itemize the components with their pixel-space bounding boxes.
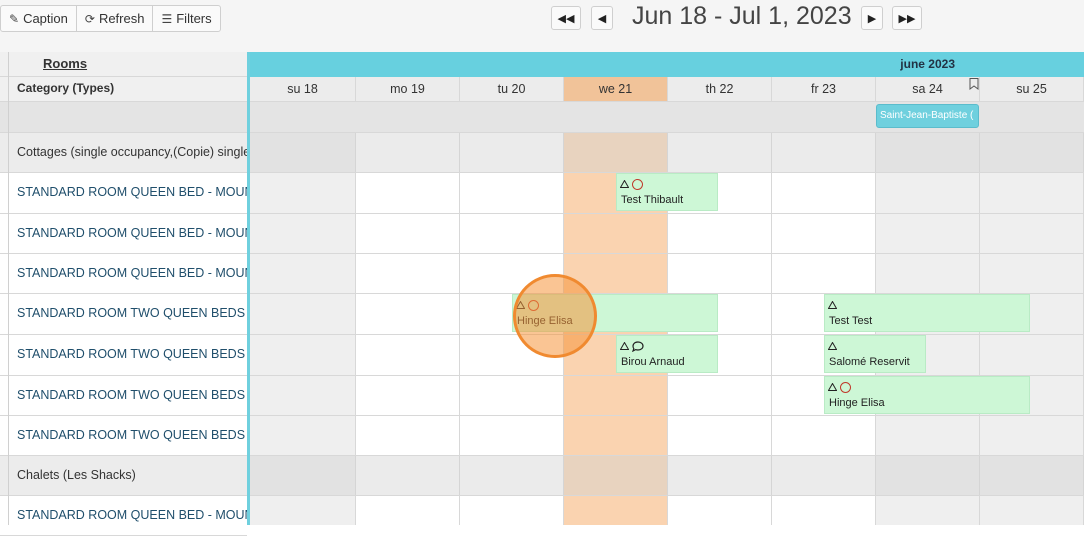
day-header: su 18 <box>250 77 356 102</box>
edit-icon: ✎ <box>9 11 20 26</box>
booking-guest-name: Birou Arnaud <box>621 356 685 368</box>
room-category-label: Chalets (Les Shacks) <box>17 468 136 482</box>
housekeeping-icon <box>516 301 525 309</box>
room-category-row[interactable]: Chalets (Les Shacks) <box>0 456 247 496</box>
toolbar-button-group: ✎ Caption ⟳ Refresh ☰ Filters <box>0 5 221 32</box>
grid-row <box>250 254 1084 294</box>
housekeeping-icon <box>620 342 629 350</box>
note-circle-icon <box>840 381 851 393</box>
fast-backward-button[interactable]: ◀◀ <box>551 6 581 30</box>
booking-block[interactable]: Hinge Elisa <box>824 376 1030 414</box>
booking-guest-name: Test Test <box>829 315 873 327</box>
category-header-label: Category (Types) <box>17 81 115 95</box>
fast-forward-button[interactable]: ▶▶ <box>892 6 922 30</box>
room-row[interactable]: STANDARD ROOM QUEEN BED - MOUNTA <box>0 214 247 254</box>
booking-block[interactable]: Hinge Elisa <box>512 294 718 332</box>
room-row[interactable]: STANDARD ROOM QUEEN BED - MOUNTA <box>0 173 247 214</box>
sliders-icon: ☰ <box>161 11 173 26</box>
room-row[interactable]: STANDARD ROOM QUEEN BED - MOUNTA <box>0 254 247 294</box>
toolbar: ✎ Caption ⟳ Refresh ☰ Filters ◀◀ ◀ Jun 1… <box>0 0 1084 52</box>
refresh-label: Refresh <box>98 11 145 26</box>
room-label: STANDARD ROOM QUEEN BED - MOUNTA <box>17 185 247 199</box>
housekeeping-icon <box>620 180 629 188</box>
booking-guest-name: Test Thibault <box>621 194 684 206</box>
category-header: Category (Types) <box>0 77 247 102</box>
holiday-spacer <box>0 102 247 133</box>
comment-icon <box>632 340 644 352</box>
caption-button[interactable]: ✎ Caption <box>1 6 77 31</box>
booking-block[interactable]: Salomé Reservit <box>824 335 926 373</box>
housekeeping-icon <box>828 301 837 309</box>
room-label: STANDARD ROOM QUEEN BED - MOUNTA <box>17 226 247 240</box>
note-circle-icon <box>528 299 539 311</box>
booking-block[interactable]: Birou Arnaud <box>616 335 718 373</box>
caret-left-icon: ◀ <box>597 12 607 25</box>
caption-label: Caption <box>23 11 68 26</box>
housekeeping-icon <box>828 383 837 391</box>
room-label: STANDARD ROOM TWO QUEEN BEDS - M <box>17 388 247 402</box>
date-range-title: Jun 18 - Jul 1, 2023 <box>632 2 852 30</box>
previous-button[interactable]: ◀ <box>591 6 613 30</box>
refresh-button[interactable]: ⟳ Refresh <box>77 6 154 31</box>
rooms-sort-link[interactable]: Rooms <box>43 56 87 71</box>
room-row[interactable]: STANDARD ROOM TWO QUEEN BEDS - M <box>0 294 247 335</box>
left-border-line <box>8 52 9 525</box>
refresh-icon: ⟳ <box>84 11 95 26</box>
grid-row <box>250 416 1084 456</box>
room-row[interactable]: STANDARD ROOM TWO QUEEN BEDS - M <box>0 335 247 376</box>
rooms-panel: Rooms Category (Types) Cottages (single … <box>0 52 247 536</box>
grid-row <box>250 214 1084 254</box>
booking-block[interactable]: Test Thibault <box>616 173 718 211</box>
room-label: STANDARD ROOM TWO QUEEN BEDS - M <box>17 306 247 320</box>
booking-guest-name: Hinge Elisa <box>517 315 573 327</box>
room-row[interactable]: STANDARD ROOM TWO QUEEN BEDS - M <box>0 376 247 416</box>
fast-forward-icon: ▶▶ <box>898 12 916 25</box>
day-header: fr 23 <box>772 77 876 102</box>
month-label: june 2023 <box>900 57 955 71</box>
room-label: STANDARD ROOM QUEEN BED - MOUNTA <box>17 508 247 522</box>
day-header: su 25 <box>980 77 1084 102</box>
room-category-row[interactable]: Cottages (single occupancy,(Copie) singl… <box>0 133 247 173</box>
room-label: STANDARD ROOM QUEEN BED - MOUNTA <box>17 266 247 280</box>
rooms-header: Rooms <box>0 52 247 77</box>
grid-row <box>250 496 1084 525</box>
day-header: mo 19 <box>356 77 460 102</box>
day-header: th 22 <box>668 77 772 102</box>
booking-guest-name: Salomé Reservit <box>829 356 910 368</box>
filters-button[interactable]: ☰ Filters <box>153 6 219 31</box>
housekeeping-icon <box>828 342 837 350</box>
booking-guest-name: Hinge Elisa <box>829 397 885 409</box>
next-button[interactable]: ▶ <box>861 6 883 30</box>
day-header: sa 24 <box>876 77 980 102</box>
holiday-event[interactable]: Saint-Jean-Baptiste ( <box>876 104 979 128</box>
fast-backward-icon: ◀◀ <box>557 12 575 25</box>
filters-label: Filters <box>176 11 212 26</box>
caret-right-icon: ▶ <box>867 12 877 25</box>
room-category-label: Cottages (single occupancy,(Copie) singl… <box>17 145 247 159</box>
room-label: STANDARD ROOM TWO QUEEN BEDS - M <box>17 428 247 442</box>
calendar-grid: june 2023 su 18 mo 19 tu 20 we 21 th 22 … <box>250 52 1084 525</box>
day-header: tu 20 <box>460 77 564 102</box>
grid-category-row <box>250 456 1084 496</box>
day-header-today: we 21 <box>564 77 668 102</box>
room-label: STANDARD ROOM TWO QUEEN BEDS - M <box>17 347 247 361</box>
bookmark-icon[interactable] <box>969 78 979 90</box>
note-circle-icon <box>632 178 643 190</box>
month-bar: june 2023 <box>250 52 1084 77</box>
booking-block[interactable]: Test Test <box>824 294 1030 332</box>
grid-category-row <box>250 133 1084 173</box>
room-row[interactable]: STANDARD ROOM QUEEN BED - MOUNTA <box>0 496 247 536</box>
room-row[interactable]: STANDARD ROOM TWO QUEEN BEDS - M <box>0 416 247 456</box>
